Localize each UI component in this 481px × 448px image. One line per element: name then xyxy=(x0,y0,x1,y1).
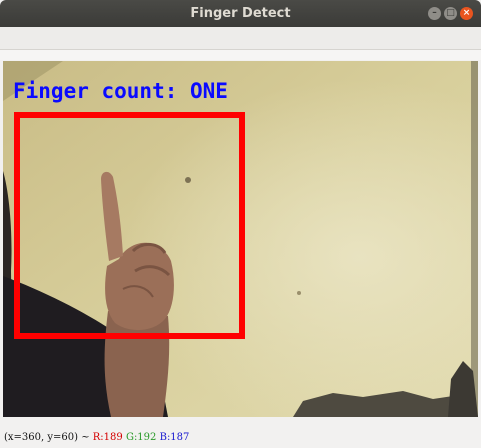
toolbar xyxy=(0,27,481,50)
video-frame[interactable]: Finger count: ONE xyxy=(3,61,478,417)
pixel-readout: (x=360, y=60) ~ R:189 G:192 B:187 xyxy=(4,432,189,443)
minimize-button[interactable]: – xyxy=(428,7,441,20)
status-bar: (x=360, y=60) ~ R:189 G:192 B:187 xyxy=(0,417,481,448)
red-value: R:189 xyxy=(92,432,123,443)
green-value: G:192 xyxy=(125,432,157,443)
app-window: Finger Detect – □ × Finger count: ONE (x… xyxy=(0,0,481,448)
blue-value: B:187 xyxy=(159,432,190,443)
finger-count-label: Finger count: ONE xyxy=(13,79,228,103)
title-bar[interactable]: Finger Detect – □ × xyxy=(0,0,481,27)
maximize-button[interactable]: □ xyxy=(444,7,457,20)
toolbar-separator xyxy=(0,50,481,60)
detection-box xyxy=(14,112,245,339)
coords-text: (x=360, y=60) ~ xyxy=(4,432,93,443)
close-button[interactable]: × xyxy=(460,7,473,20)
window-title: Finger Detect xyxy=(190,6,291,21)
